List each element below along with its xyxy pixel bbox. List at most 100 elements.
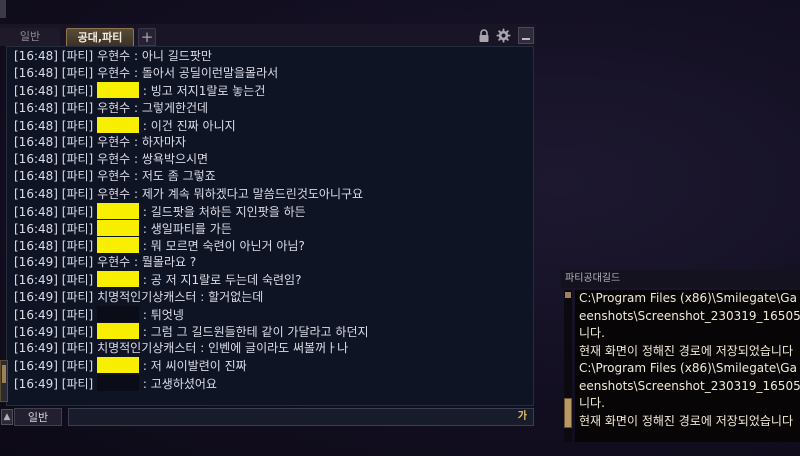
chat-message: [16:49] [파티] 치명적인기상캐스터 : 인벤에 글이라도 써볼꺼ㅏ나 <box>14 340 529 357</box>
system-panel-scrollbar[interactable] <box>564 290 572 442</box>
channel-select[interactable]: 일반 <box>14 408 62 426</box>
message-channel: [파티] <box>61 84 94 99</box>
system-panel-title[interactable]: 파티공대길드 <box>561 270 800 288</box>
message-time: [16:48] <box>14 84 58 99</box>
chat-input[interactable]: 가 <box>68 408 534 426</box>
system-panel-scroll-thumb[interactable] <box>564 398 572 428</box>
message-time: [16:48] <box>14 100 58 115</box>
chat-message: [16:48] [파티] 우현수 : 하자마자 <box>14 134 529 151</box>
message-sender[interactable]: 우현수 <box>97 49 130 63</box>
message-channel: [파티] <box>61 376 94 391</box>
message-text: : 튀엇넹 <box>139 307 184 322</box>
chat-message: [16:49] [파티] 우현수 : 뭘몰라요 ? <box>14 254 529 271</box>
system-message-line: 니다. <box>579 326 605 340</box>
chat-message: [16:49] [파티] : 튀엇넹 <box>14 305 529 323</box>
message-time: [16:48] <box>14 169 58 184</box>
chat-message: [16:48] [파티] 우현수 : 쌍욕박으시면 <box>14 151 529 168</box>
message-time: [16:48] <box>14 66 58 81</box>
message-sender[interactable]: 우현수 <box>97 101 130 115</box>
system-message-line: 현재 화면이 정해진 경로에 저장되었습니다 <box>579 413 793 428</box>
chat-message: [16:48] [파티] : 이건 진짜 아니지 <box>14 116 529 134</box>
message-channel: [파티] <box>61 152 94 167</box>
chat-message: [16:49] [파티] : 고생하셨어요 <box>14 374 529 392</box>
system-message-list: C:\Program Files (x86)\Smilegate\Ga eensh… <box>575 290 800 430</box>
chat-message: [16:48] [파티] : 뭐 모르면 숙련이 아닌거 아님? <box>14 237 529 254</box>
message-channel: [파티] <box>61 221 94 236</box>
message-channel: [파티] <box>61 186 94 201</box>
message-text: : 공 저 지1랄로 두는데 숙련임? <box>139 273 302 288</box>
message-text: : 그럼 그 길드원들한테 같이 가달라고 하던지 <box>139 325 369 339</box>
message-sender[interactable]: 치명적인기상캐스터 <box>97 341 196 355</box>
message-channel: [파티] <box>61 118 94 133</box>
system-message-body: C:\Program Files (x86)\Smilegate\Ga eensh… <box>575 290 800 442</box>
lock-icon[interactable] <box>478 29 490 43</box>
chevron-up-icon[interactable]: ▲ <box>1 409 13 425</box>
message-channel: [파티] <box>61 307 94 322</box>
message-time: [16:49] <box>14 376 58 391</box>
message-time: [16:48] <box>14 204 58 219</box>
message-channel: [파티] <box>61 255 94 270</box>
chevron-up-icon[interactable] <box>565 292 571 298</box>
message-text: : 생일파티를 가든 <box>139 221 232 236</box>
message-sender[interactable]: 우현수 <box>97 66 130 80</box>
message-sender[interactable]: 우현수 <box>97 187 130 201</box>
system-message-line: eenshots\Screenshot_230319_16505 <box>579 378 800 393</box>
message-time: [16:48] <box>14 152 58 167</box>
message-time: [16:49] <box>14 325 58 339</box>
message-text: : 돌아서 공딜이런말을몰라서 <box>130 66 279 81</box>
chat-message: [16:48] [파티] 우현수 : 그렇게한건데 <box>14 100 529 117</box>
system-message-line: C:\Program Files (x86)\Smilegate\Ga <box>579 291 797 305</box>
chat-message: [16:49] [파티] 치명적인기상캐스터 : 할거없는데 <box>14 289 529 306</box>
tab-general[interactable]: 일반 <box>0 28 60 46</box>
message-channel: [파티] <box>61 49 94 63</box>
chat-message: [16:49] [파티] : 저 씨이발련이 진짜 <box>14 357 529 374</box>
chat-message-list: [16:48] [파티] 우현수 : 아니 길드팟만 [16:48] [파티] 우… <box>14 48 529 392</box>
message-channel: [파티] <box>61 204 94 219</box>
chat-message: [16:48] [파티] 우현수 : 제가 계속 뭐하겠다고 말씀드린것도아니구… <box>14 186 529 203</box>
gear-icon[interactable] <box>496 28 511 43</box>
message-time: [16:49] <box>14 341 58 356</box>
chat-tab-bar: 일반 공대,파티 + <box>0 24 536 46</box>
chat-input-row: ▲ 일반 가 <box>0 406 536 428</box>
redacted-name <box>97 374 140 391</box>
message-text: : 하자마자 <box>130 134 187 149</box>
message-time: [16:49] <box>14 255 58 270</box>
redacted-name <box>97 116 140 133</box>
message-sender[interactable]: 우현수 <box>97 169 130 183</box>
message-channel: [파티] <box>61 169 94 184</box>
chat-message-area[interactable]: [16:48] [파티] 우현수 : 아니 길드팟만 [16:48] [파티] 우… <box>6 46 534 406</box>
minimize-button[interactable] <box>518 27 534 44</box>
system-message-line: 니다. <box>579 396 605 410</box>
window-edge <box>0 0 6 18</box>
redacted-name <box>97 271 140 288</box>
redacted-name <box>97 357 140 374</box>
chat-scrollbar-thumb[interactable] <box>2 365 6 383</box>
message-sender[interactable]: 치명적인기상캐스터 <box>97 290 196 304</box>
message-text: : 저 씨이발련이 진짜 <box>139 359 247 374</box>
add-tab-button[interactable]: + <box>138 28 156 46</box>
message-time: [16:48] <box>14 134 58 149</box>
message-sender[interactable]: 우현수 <box>97 135 130 149</box>
chat-scrollbar[interactable] <box>0 360 8 402</box>
redacted-name <box>97 82 140 99</box>
message-sender[interactable]: 우현수 <box>97 255 130 269</box>
tab-party-raid[interactable]: 공대,파티 <box>66 28 134 46</box>
message-channel: [파티] <box>61 273 94 288</box>
message-text: : 인벤에 글이라도 써볼꺼ㅏ나 <box>196 341 349 356</box>
message-channel: [파티] <box>61 134 94 149</box>
message-text: : 그렇게한건데 <box>130 100 209 115</box>
redacted-name <box>97 323 140 339</box>
chat-window: 일반 공대,파티 + [16:48] [파티] 우현수 : 아니 길드팟만 [16… <box>0 20 536 428</box>
ime-mode-indicator: 가 <box>517 411 527 422</box>
message-text: : 이건 진짜 아니지 <box>139 118 236 133</box>
system-message-line: 현재 화면이 정해진 경로에 저장되었습니다 <box>579 343 793 358</box>
redacted-name <box>97 237 140 254</box>
message-channel: [파티] <box>61 100 94 115</box>
message-time: [16:48] <box>14 118 58 133</box>
message-time: [16:48] <box>14 239 58 254</box>
message-sender[interactable]: 우현수 <box>97 152 130 166</box>
message-time: [16:49] <box>14 273 58 288</box>
chat-message: [16:48] [파티] 우현수 : 저도 좀 그렇죠 <box>14 168 529 185</box>
system-message-panel: 파티공대길드 C:\Program Files (x86)\Smilegate\… <box>561 270 800 446</box>
chat-message: [16:49] [파티] : 공 저 지1랄로 두는데 숙련임? <box>14 271 529 288</box>
